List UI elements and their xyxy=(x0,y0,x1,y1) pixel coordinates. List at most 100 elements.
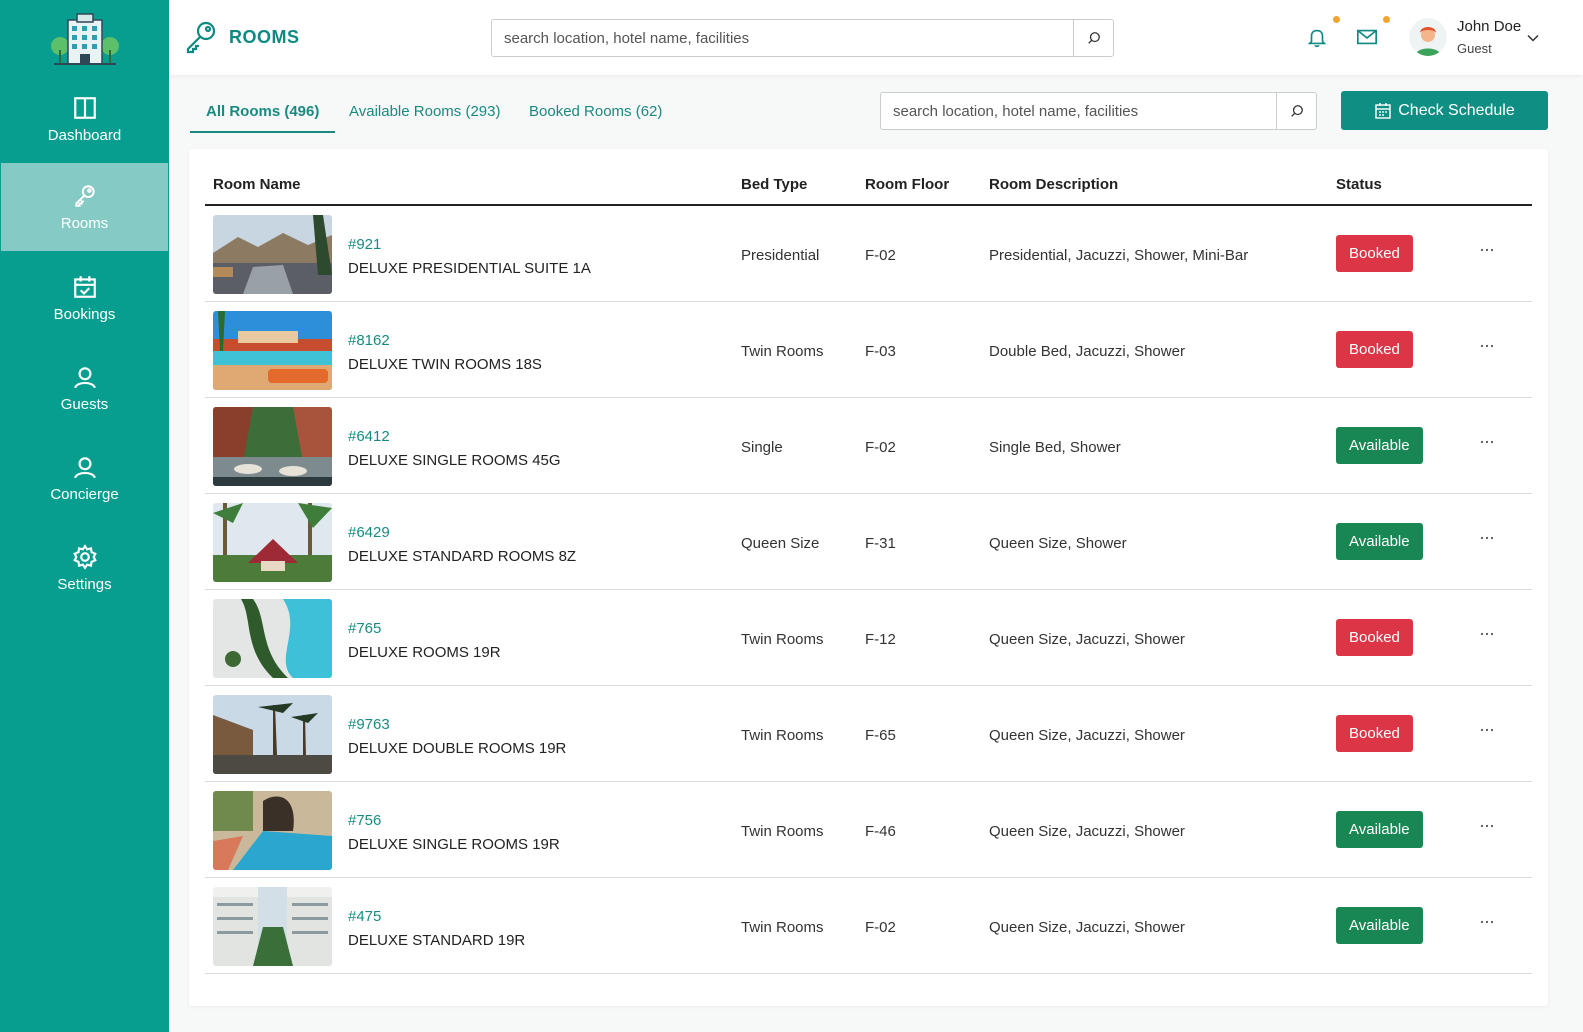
status-badge: Booked xyxy=(1336,715,1413,752)
calendar-icon xyxy=(1375,102,1391,119)
table-row[interactable]: #8162 DELUXE TWIN ROOMS 18S Twin Rooms F… xyxy=(205,302,1532,398)
table-row[interactable]: #756 DELUXE SINGLE ROOMS 19R Twin Rooms … xyxy=(205,782,1532,878)
top-header: ROOMS John Doe Guest xyxy=(169,0,1583,75)
more-options-icon[interactable] xyxy=(1479,914,1495,930)
bed-type: Twin Rooms xyxy=(741,343,824,360)
notification-dot xyxy=(1333,16,1340,23)
room-thumbnail[interactable] xyxy=(213,599,332,678)
room-name: DELUXE DOUBLE ROOMS 19R xyxy=(348,740,567,757)
hotel-logo xyxy=(0,12,169,68)
more-options-icon[interactable] xyxy=(1479,626,1495,642)
table-row[interactable]: #765 DELUXE ROOMS 19R Twin Rooms F-12 Qu… xyxy=(205,590,1532,686)
more-options-icon[interactable] xyxy=(1479,242,1495,258)
bed-type: Twin Rooms xyxy=(741,823,824,840)
sidebar-item-bookings[interactable]: Bookings xyxy=(0,254,169,342)
table-row[interactable]: #9763 DELUXE DOUBLE ROOMS 19R Twin Rooms… xyxy=(205,686,1532,782)
avatar[interactable] xyxy=(1409,18,1447,56)
status-badge: Booked xyxy=(1336,331,1413,368)
bed-type: Single xyxy=(741,439,783,456)
sidebar-item-rooms[interactable]: Rooms xyxy=(1,163,168,251)
status-badge: Available xyxy=(1336,427,1423,464)
room-photo-hotel-courtyard xyxy=(213,887,332,966)
check-schedule-label: Check Schedule xyxy=(1398,101,1515,119)
column-header-room-description[interactable]: Room Description xyxy=(989,176,1118,193)
room-name: DELUXE STANDARD ROOMS 8Z xyxy=(348,548,577,565)
room-description: Queen Size, Jacuzzi, Shower xyxy=(989,823,1185,840)
header-search-button[interactable] xyxy=(1073,20,1113,56)
room-search xyxy=(880,92,1317,130)
room-description: Queen Size, Jacuzzi, Shower xyxy=(989,631,1185,648)
sidebar-item-guests[interactable]: Guests xyxy=(0,344,169,432)
room-photo-beach-villa xyxy=(213,695,332,774)
column-header-room-name[interactable]: Room Name xyxy=(213,176,301,193)
chevron-down-icon[interactable] xyxy=(1526,31,1540,45)
room-thumbnail[interactable] xyxy=(213,215,332,294)
header-search xyxy=(491,19,1114,57)
page-heading: ROOMS xyxy=(184,20,300,54)
table-row[interactable]: #475 DELUXE STANDARD 19R Twin Rooms F-02… xyxy=(205,878,1532,974)
search-icon xyxy=(1290,105,1303,117)
room-floor: F-65 xyxy=(865,727,896,744)
sidebar-item-label: Dashboard xyxy=(47,126,122,144)
bed-type: Queen Size xyxy=(741,535,820,552)
status-badge: Booked xyxy=(1336,235,1413,272)
room-id: #9763 xyxy=(348,716,390,733)
room-description: Queen Size, Jacuzzi, Shower xyxy=(989,727,1185,744)
room-thumbnail[interactable] xyxy=(213,407,332,486)
room-description: Queen Size, Shower xyxy=(989,535,1127,552)
room-description: Presidential, Jacuzzi, Shower, Mini-Bar xyxy=(989,247,1249,264)
user-icon xyxy=(73,366,96,388)
sidebar-item-settings[interactable]: Settings xyxy=(0,524,169,612)
tab-all-rooms[interactable]: All Rooms (496) xyxy=(190,100,336,133)
mail-icon[interactable] xyxy=(1356,26,1378,48)
room-thumbnail[interactable] xyxy=(213,695,332,774)
room-thumbnail[interactable] xyxy=(213,503,332,582)
sidebar-item-label: Concierge xyxy=(50,485,119,503)
room-name: DELUXE PRESIDENTIAL SUITE 1A xyxy=(348,260,591,277)
column-header-bed-type[interactable]: Bed Type xyxy=(741,176,807,193)
tab-available-rooms[interactable]: Available Rooms (293) xyxy=(349,100,500,133)
header-search-input[interactable] xyxy=(492,20,1073,56)
room-thumbnail[interactable] xyxy=(213,311,332,390)
room-photo-palm-hotel xyxy=(213,407,332,486)
room-id: #756 xyxy=(348,812,382,829)
table-row[interactable]: #6429 DELUXE STANDARD ROOMS 8Z Queen Siz… xyxy=(205,494,1532,590)
room-photo-aerial-pool xyxy=(213,599,332,678)
room-photo-tropical-garden xyxy=(213,503,332,582)
bed-type: Twin Rooms xyxy=(741,631,824,648)
sidebar-item-label: Rooms xyxy=(60,214,109,232)
more-options-icon[interactable] xyxy=(1479,338,1495,354)
sidebar-item-label: Settings xyxy=(57,575,112,593)
tab-booked-rooms[interactable]: Booked Rooms (62) xyxy=(529,100,662,133)
key-icon xyxy=(186,21,216,54)
more-options-icon[interactable] xyxy=(1479,722,1495,738)
column-header-room-floor[interactable]: Room Floor xyxy=(865,176,949,193)
user-role: Guest xyxy=(1457,41,1492,56)
room-description: Double Bed, Jacuzzi, Shower xyxy=(989,343,1185,360)
room-thumbnail[interactable] xyxy=(213,887,332,966)
calendar-check-icon xyxy=(73,275,96,298)
sidebar-item-concierge[interactable]: Concierge xyxy=(0,434,169,522)
room-description: Single Bed, Shower xyxy=(989,439,1121,456)
table-row[interactable]: #6412 DELUXE SINGLE ROOMS 45G Single F-0… xyxy=(205,398,1532,494)
table-row[interactable]: #921 DELUXE PRESIDENTIAL SUITE 1A Presid… xyxy=(205,206,1532,302)
column-header-status[interactable]: Status xyxy=(1336,176,1382,193)
check-schedule-button[interactable]: Check Schedule xyxy=(1341,91,1548,130)
user-name: John Doe xyxy=(1457,18,1522,35)
room-floor: F-02 xyxy=(865,919,896,936)
room-description: Queen Size, Jacuzzi, Shower xyxy=(989,919,1185,936)
room-search-input[interactable] xyxy=(881,93,1276,129)
room-thumbnail[interactable] xyxy=(213,791,332,870)
more-options-icon[interactable] xyxy=(1479,818,1495,834)
bed-type: Twin Rooms xyxy=(741,919,824,936)
concierge-user-icon xyxy=(73,456,96,478)
more-options-icon[interactable] xyxy=(1479,530,1495,546)
more-options-icon[interactable] xyxy=(1479,434,1495,450)
sidebar-item-label: Bookings xyxy=(53,305,116,323)
sidebar-item-dashboard[interactable]: Dashboard xyxy=(0,75,169,163)
bell-icon[interactable] xyxy=(1306,26,1328,48)
room-id: #765 xyxy=(348,620,382,637)
message-dot xyxy=(1383,16,1390,23)
status-badge: Booked xyxy=(1336,619,1413,656)
room-search-button[interactable] xyxy=(1276,93,1316,129)
